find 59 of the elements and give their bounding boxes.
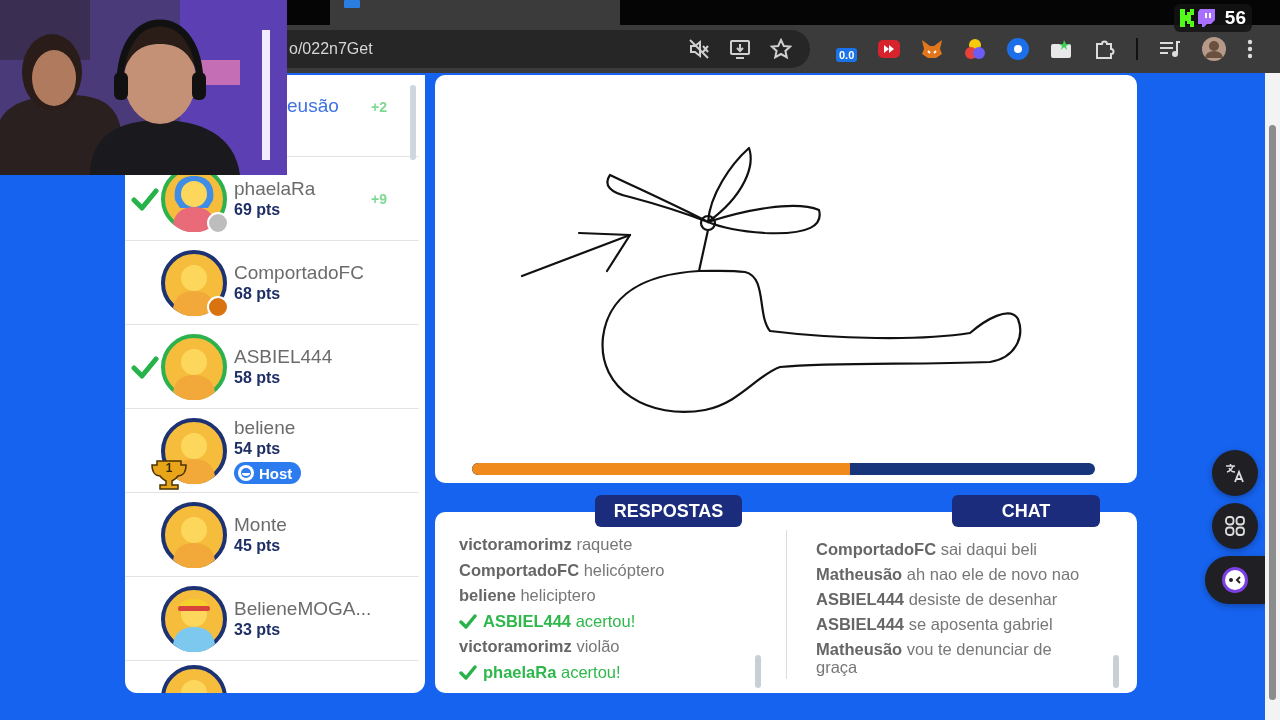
player-name: phaelaRa <box>234 178 316 200</box>
score-gain: +2 <box>371 99 388 115</box>
puzzle-icon[interactable] <box>1093 38 1116 60</box>
answer-line: ComportadoFC helicóptero <box>459 560 665 580</box>
answer-line: victoramorimz raquete <box>459 535 633 555</box>
translate-icon <box>1224 462 1246 484</box>
more-icon[interactable] <box>1247 39 1254 59</box>
chat-message: ASBIEL444 desiste de desenhar <box>816 590 1059 608</box>
playlist-icon[interactable] <box>1159 39 1182 59</box>
bot-icon <box>1221 566 1249 594</box>
page-scrollbar[interactable] <box>1269 125 1276 700</box>
answer-line: victoramorimz violão <box>459 637 620 657</box>
fox-icon[interactable] <box>921 39 944 59</box>
player-points: 68 pts <box>234 285 281 303</box>
viewer-count: 56 <box>1224 7 1246 29</box>
page-icon <box>344 0 360 8</box>
apps-button[interactable] <box>1212 503 1258 549</box>
folder-icon[interactable] <box>1050 39 1073 59</box>
chat-scrollbar[interactable] <box>1113 655 1119 688</box>
check-icon <box>459 613 477 630</box>
answers-scrollbar[interactable] <box>755 655 761 688</box>
player-points: 45 pts <box>234 537 281 555</box>
player-name: Monte <box>234 514 287 536</box>
chat-message: ComportadoFC sai daqui beli <box>816 540 1038 558</box>
answers-tab[interactable]: RESPOSTAS <box>595 495 742 527</box>
player-name: BelieneMOGA... <box>234 598 372 620</box>
profile-avatar[interactable] <box>1202 37 1227 61</box>
check-icon <box>459 664 477 681</box>
extension-badge[interactable]: 0.0 <box>836 48 858 62</box>
correct-answer-line: ASBIEL444 acertou! <box>483 611 636 631</box>
list-scrollbar[interactable] <box>410 85 416 160</box>
install-icon[interactable] <box>729 38 751 60</box>
logo-icon <box>1179 9 1194 27</box>
extension-icon[interactable] <box>1007 38 1030 60</box>
host-label: Host <box>259 464 293 482</box>
chat-message: Matheusão vou te denunciar de graça <box>816 640 1053 676</box>
chat-bubble-icon <box>1197 9 1215 27</box>
player-name: ComportadoFC <box>234 262 364 284</box>
player-points: 33 pts <box>234 621 281 639</box>
correct-answer-line: phaelaRa acertou! <box>483 662 621 682</box>
assistant-button[interactable] <box>1205 556 1265 604</box>
star-icon[interactable] <box>770 38 792 60</box>
score-gain: +9 <box>371 190 388 207</box>
player-points: 58 pts <box>234 369 281 387</box>
fast-forward-icon[interactable] <box>878 40 901 58</box>
chat-tab[interactable]: CHAT <box>952 495 1100 527</box>
player-name: ASBIEL444 <box>234 346 333 368</box>
grid-icon <box>1225 516 1245 536</box>
chat-message: Matheusão ah nao ele de novo nao <box>816 565 1081 583</box>
chat-message: ASBIEL444 se aposenta gabriel <box>816 615 1054 633</box>
answer-line: beliene heliciptero <box>459 586 596 606</box>
mute-icon[interactable] <box>688 38 710 60</box>
player-points: 54 pts <box>234 440 281 458</box>
player-name: beliene <box>234 417 296 439</box>
player-name: eusão <box>287 95 339 117</box>
rank-trophy: 1 <box>149 457 189 490</box>
circles-icon[interactable] <box>964 38 987 60</box>
player-points: 69 pts <box>234 201 281 219</box>
translate-button[interactable] <box>1212 450 1258 496</box>
